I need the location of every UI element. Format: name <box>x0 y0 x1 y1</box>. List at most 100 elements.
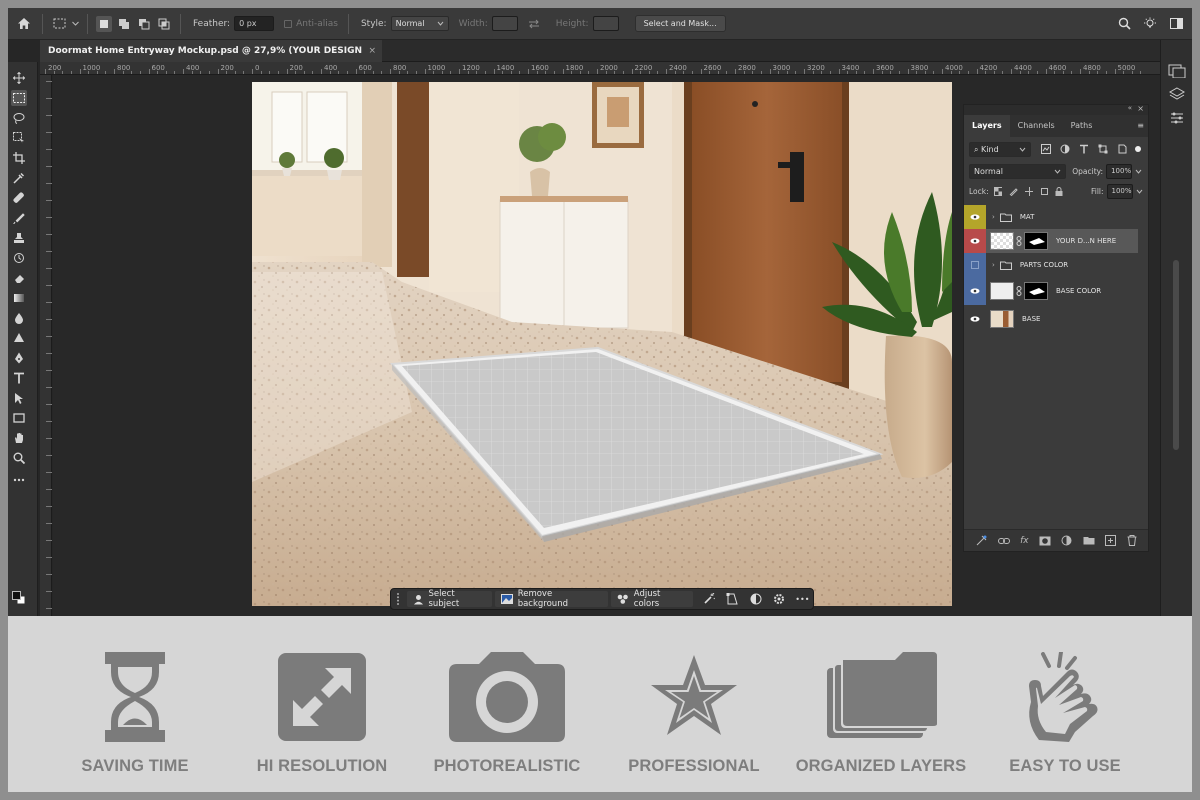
filter-shape-icon[interactable] <box>1098 144 1108 154</box>
crop-tool-icon[interactable] <box>11 150 27 166</box>
layers-icon[interactable] <box>1169 86 1185 102</box>
path-select-icon[interactable] <box>11 390 27 406</box>
layer-row-your-design[interactable]: YOUR D...N HERE <box>964 229 1138 253</box>
feather-input[interactable]: 0 px <box>234 16 275 31</box>
layer-row-base-color[interactable]: BASE COLOR <box>964 277 1138 305</box>
rectangle-tool-icon[interactable] <box>11 410 27 426</box>
more-tools-icon[interactable] <box>11 472 27 488</box>
filter-smart-object-icon[interactable] <box>1117 144 1127 154</box>
fx-icon[interactable]: fx <box>1020 536 1029 546</box>
link-layers-icon[interactable] <box>997 537 1010 545</box>
fill-input[interactable]: 100% <box>1106 183 1133 199</box>
eye-icon[interactable] <box>964 305 986 333</box>
width-input[interactable] <box>491 16 518 31</box>
workspace-icon[interactable] <box>1168 16 1184 32</box>
zoom-tool-icon[interactable] <box>11 450 27 466</box>
layer-row-mat[interactable]: › MAT <box>964 205 1138 229</box>
collapse-icon[interactable]: « <box>1128 104 1132 112</box>
lock-transparency-icon[interactable] <box>993 186 1003 196</box>
transform-icon[interactable] <box>722 591 743 607</box>
style-select[interactable]: Normal <box>390 16 449 31</box>
adjust-colors-button[interactable]: Adjust colors <box>611 589 693 609</box>
history-brush-icon[interactable] <box>11 250 27 266</box>
healing-brush-icon[interactable] <box>11 190 27 206</box>
select-and-mask-button[interactable]: Select and Mask... <box>634 15 726 32</box>
half-circle-icon[interactable] <box>745 591 766 607</box>
height-input[interactable] <box>592 16 619 31</box>
eyedropper-tool-icon[interactable] <box>11 170 27 186</box>
adjustment-layer-icon[interactable] <box>1061 535 1072 546</box>
scrollbar[interactable] <box>1173 260 1179 450</box>
brush-tool-icon[interactable] <box>11 210 27 226</box>
eye-icon[interactable] <box>964 277 986 305</box>
layer-row-base[interactable]: BASE <box>964 305 1138 333</box>
tab-channels[interactable]: Channels <box>1010 115 1063 137</box>
chevron-down-icon[interactable] <box>1134 165 1143 178</box>
gradient-tool-icon[interactable] <box>11 290 27 306</box>
magic-wand-icon[interactable] <box>699 591 720 607</box>
chevron-down-icon[interactable] <box>71 16 79 32</box>
layer-row-parts-color[interactable]: › PARTS COLOR <box>964 253 1138 277</box>
stamp-tool-icon[interactable] <box>11 230 27 246</box>
filter-pixel-icon[interactable] <box>1041 144 1051 154</box>
ai-generate-icon[interactable] <box>975 535 987 547</box>
color-swatches-icon[interactable] <box>11 590 27 606</box>
add-mask-icon[interactable] <box>1039 536 1051 546</box>
opacity-input[interactable]: 100% <box>1106 163 1133 179</box>
new-layer-icon[interactable] <box>1105 535 1117 546</box>
intersect-selection-icon[interactable] <box>156 16 172 32</box>
chevron-right-icon[interactable]: › <box>992 213 995 221</box>
dodge-tool-icon[interactable] <box>11 330 27 346</box>
filter-adjustment-icon[interactable] <box>1060 144 1070 154</box>
filter-type-icon[interactable] <box>1079 144 1089 154</box>
marquee-tool-icon[interactable] <box>11 90 27 106</box>
blend-mode-select[interactable]: Normal <box>969 163 1067 179</box>
lasso-tool-icon[interactable] <box>11 110 27 126</box>
subtract-selection-icon[interactable] <box>136 16 152 32</box>
new-group-icon[interactable] <box>1083 536 1095 545</box>
link-icon[interactable] <box>1016 236 1022 246</box>
type-tool-icon[interactable] <box>11 370 27 386</box>
remove-background-button[interactable]: Remove background <box>495 589 609 609</box>
chevron-down-icon[interactable] <box>1135 185 1143 198</box>
home-icon[interactable] <box>14 16 34 32</box>
properties-icon[interactable] <box>1169 110 1185 126</box>
add-selection-icon[interactable] <box>116 16 132 32</box>
eye-icon[interactable] <box>964 205 986 229</box>
more-icon[interactable]: ••• <box>792 591 813 607</box>
discover-icon[interactable] <box>1142 16 1158 32</box>
drag-handle-icon[interactable] <box>395 592 401 606</box>
search-icon[interactable] <box>1116 16 1132 32</box>
link-icon[interactable] <box>1016 286 1022 296</box>
object-select-tool-icon[interactable] <box>11 130 27 146</box>
swap-icon[interactable] <box>526 16 542 32</box>
new-selection-icon[interactable] <box>96 15 112 32</box>
lock-position-icon[interactable] <box>1024 186 1033 196</box>
tab-paths[interactable]: Paths <box>1063 115 1101 137</box>
document-tab[interactable]: Doormat Home Entryway Mockup.psd @ 27,9%… <box>40 40 382 78</box>
hand-tool-icon[interactable] <box>11 430 27 446</box>
lock-all-icon[interactable] <box>1055 186 1063 196</box>
lock-pixels-icon[interactable] <box>1009 187 1018 196</box>
select-subject-button[interactable]: Select subject <box>406 589 493 609</box>
antialias-checkbox[interactable] <box>284 19 293 28</box>
eye-icon[interactable] <box>964 229 986 253</box>
settings-icon[interactable] <box>768 591 789 607</box>
panel-menu-icon[interactable]: ≡ <box>1137 115 1144 137</box>
tab-layers[interactable]: Layers <box>964 115 1010 137</box>
visibility-off-icon[interactable] <box>964 253 986 277</box>
lock-artboard-icon[interactable] <box>1040 187 1048 196</box>
close-icon[interactable]: × <box>368 40 376 62</box>
marquee-preset-icon[interactable] <box>51 16 67 32</box>
trash-icon[interactable] <box>1127 535 1137 546</box>
move-tool-icon[interactable] <box>11 70 27 86</box>
mockup-photo[interactable] <box>252 82 952 606</box>
close-icon[interactable]: × <box>1137 104 1144 113</box>
panel-icon[interactable] <box>1167 64 1187 78</box>
filter-toggle-icon[interactable] <box>1135 146 1141 152</box>
chevron-right-icon[interactable]: › <box>992 261 995 269</box>
filter-kind-select[interactable]: ⌕ Kind <box>969 141 1031 157</box>
blur-tool-icon[interactable] <box>11 310 27 326</box>
eraser-tool-icon[interactable] <box>11 270 27 286</box>
pen-tool-icon[interactable] <box>11 350 27 366</box>
